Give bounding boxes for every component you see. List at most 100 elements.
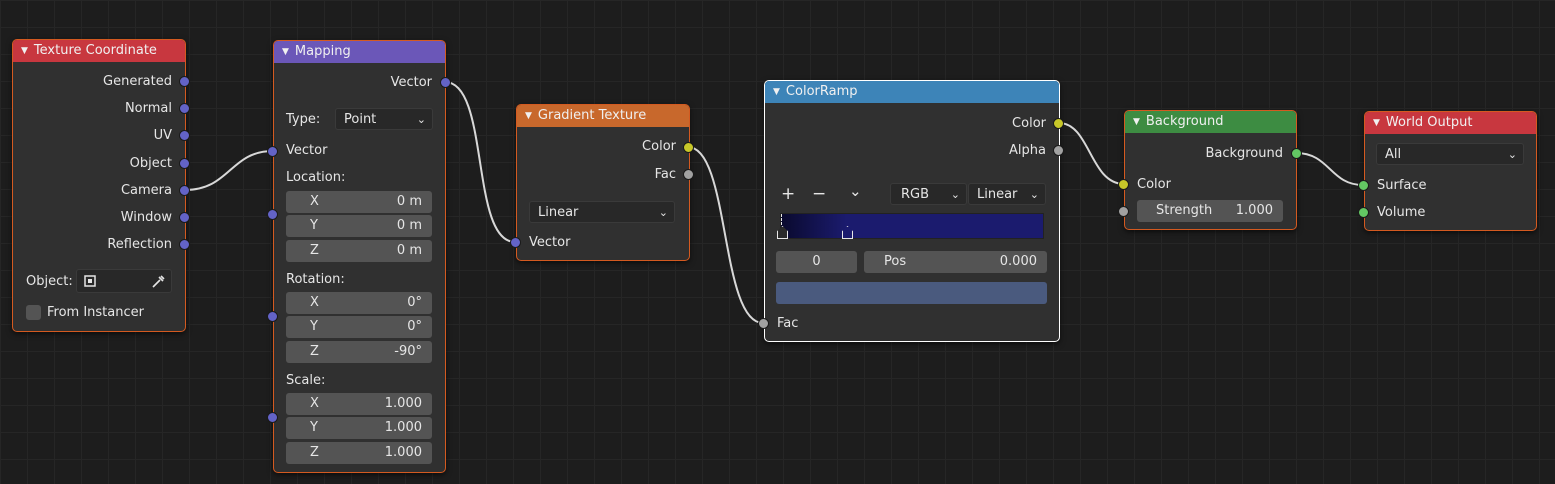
link-mapping-to-gradient-vector (444, 81, 516, 243)
input-volume-label: Volume (1377, 205, 1426, 220)
background-node[interactable]: ▼ Background Background Color Strength 1.… (1124, 110, 1297, 230)
socket-reflection[interactable] (179, 239, 190, 250)
input-color-label: Color (1137, 177, 1171, 192)
mapping-node[interactable]: ▼ Mapping Vector Type: Point ⌄ Vector Loc… (273, 40, 446, 473)
chevron-down-icon: ⌄ (1507, 148, 1517, 161)
color-stop-0[interactable] (777, 226, 788, 239)
gradient-texture-header[interactable]: ▼ Gradient Texture (517, 105, 689, 127)
socket-mapping-vector-out[interactable] (440, 77, 451, 88)
socket-gradient-color-out[interactable] (683, 142, 694, 153)
socket-rotation-in[interactable] (267, 311, 278, 322)
axis-label: Z (310, 344, 319, 359)
rotation-label: Rotation: (286, 272, 345, 287)
input-surface-label: Surface (1377, 178, 1427, 193)
socket-location-in[interactable] (267, 209, 278, 220)
field-value: 1.000 (384, 445, 422, 460)
node-title: World Output (1385, 115, 1473, 130)
type-label: Type: (286, 112, 321, 127)
socket-colorramp-color-out[interactable] (1053, 118, 1064, 129)
socket-object[interactable] (179, 158, 190, 169)
location-z-field[interactable]: Z 0 m (286, 240, 432, 262)
ramp-menu-chevron-icon[interactable]: ⌄ (849, 181, 862, 201)
link-colorramp-color-to-background-color (1058, 122, 1125, 185)
axis-label: Y (310, 319, 318, 334)
color-ramp-node[interactable]: ▼ ColorRamp Color Alpha + − ⌄ RGB ⌄ Linea… (764, 80, 1060, 342)
socket-background-strength-in[interactable] (1118, 206, 1129, 217)
active-stop-color-swatch[interactable] (776, 282, 1047, 304)
socket-colorramp-fac-in[interactable] (758, 318, 769, 329)
object-picker-field[interactable] (76, 269, 172, 293)
socket-background-color-in[interactable] (1118, 179, 1129, 190)
output-normal-label: Normal (124, 101, 172, 116)
chevron-down-icon: ⌄ (658, 206, 668, 219)
interpolation-select[interactable]: Linear ⌄ (968, 183, 1046, 205)
axis-label: Y (310, 218, 318, 233)
socket-window[interactable] (179, 212, 190, 223)
active-stop-index-value: 0 (812, 254, 821, 269)
location-y-field[interactable]: Y 0 m (286, 215, 432, 237)
color-ramp-header[interactable]: ▼ ColorRamp (765, 81, 1059, 103)
stop-position-field[interactable]: Pos 0.000 (864, 251, 1047, 273)
socket-mapping-vector-in[interactable] (267, 146, 278, 157)
input-vector-label: Vector (286, 143, 328, 158)
axis-label: Z (310, 243, 319, 258)
pos-label: Pos (884, 254, 907, 269)
socket-gradient-fac-out[interactable] (683, 169, 694, 180)
collapse-triangle-icon[interactable]: ▼ (282, 47, 289, 57)
mapping-header[interactable]: ▼ Mapping (274, 41, 445, 63)
strength-field[interactable]: Strength 1.000 (1137, 200, 1283, 222)
background-header[interactable]: ▼ Background (1125, 111, 1296, 133)
socket-uv[interactable] (179, 130, 190, 141)
socket-scale-in[interactable] (267, 412, 278, 423)
link-background-to-world-surface (1295, 152, 1364, 186)
scale-y-field[interactable]: Y 1.000 (286, 417, 432, 439)
axis-label: X (310, 396, 319, 411)
color-mode-select[interactable]: RGB ⌄ (890, 183, 967, 205)
field-value: 1.000 (384, 396, 422, 411)
output-color-label: Color (1012, 116, 1046, 131)
texture-coordinate-header[interactable]: ▼ Texture Coordinate (13, 40, 185, 62)
input-fac-label: Fac (777, 316, 799, 331)
mapping-type-value: Point (344, 112, 377, 127)
texture-coordinate-node[interactable]: ▼ Texture Coordinate Generated Normal UV … (12, 39, 186, 332)
gradient-texture-node[interactable]: ▼ Gradient Texture Color Fac Linear ⌄ Vec… (516, 104, 690, 261)
socket-world-volume-in[interactable] (1358, 207, 1369, 218)
remove-stop-icon[interactable]: − (812, 184, 826, 204)
location-x-field[interactable]: X 0 m (286, 191, 432, 213)
socket-camera[interactable] (179, 185, 190, 196)
axis-label: Z (310, 445, 319, 460)
output-camera-label: Camera (120, 183, 172, 198)
render-target-select[interactable]: All ⌄ (1376, 143, 1524, 165)
collapse-triangle-icon[interactable]: ▼ (773, 87, 780, 97)
gradient-type-select[interactable]: Linear ⌄ (529, 201, 675, 223)
scale-x-field[interactable]: X 1.000 (286, 393, 432, 415)
rotation-x-field[interactable]: X 0° (286, 292, 432, 314)
socket-background-out[interactable] (1291, 148, 1302, 159)
add-stop-icon[interactable]: + (781, 184, 795, 204)
active-stop-index-field[interactable]: 0 (776, 251, 857, 273)
strength-value: 1.000 (1235, 203, 1273, 218)
field-value: 0 m (396, 218, 422, 233)
color-ramp-gradient-bar[interactable] (777, 213, 1044, 239)
color-stop-1[interactable] (842, 226, 853, 239)
object-field-label: Object: (26, 274, 73, 289)
collapse-triangle-icon[interactable]: ▼ (21, 46, 28, 56)
rotation-z-field[interactable]: Z -90° (286, 341, 432, 363)
world-output-header[interactable]: ▼ World Output (1365, 112, 1536, 134)
rotation-y-field[interactable]: Y 0° (286, 316, 432, 338)
from-instancer-checkbox[interactable] (26, 305, 41, 320)
output-uv-label: UV (153, 128, 172, 143)
collapse-triangle-icon[interactable]: ▼ (525, 111, 532, 121)
socket-generated[interactable] (179, 76, 190, 87)
chevron-down-icon: ⌄ (416, 113, 426, 126)
eyedropper-icon[interactable] (150, 273, 166, 289)
socket-world-surface-in[interactable] (1358, 180, 1369, 191)
socket-normal[interactable] (179, 103, 190, 114)
scale-z-field[interactable]: Z 1.000 (286, 442, 432, 464)
world-output-node[interactable]: ▼ World Output All ⌄ Surface Volume (1364, 111, 1537, 231)
collapse-triangle-icon[interactable]: ▼ (1373, 118, 1380, 128)
socket-gradient-vector-in[interactable] (510, 237, 521, 248)
collapse-triangle-icon[interactable]: ▼ (1133, 117, 1140, 127)
socket-colorramp-alpha-out[interactable] (1053, 145, 1064, 156)
mapping-type-select[interactable]: Point ⌄ (335, 108, 433, 130)
